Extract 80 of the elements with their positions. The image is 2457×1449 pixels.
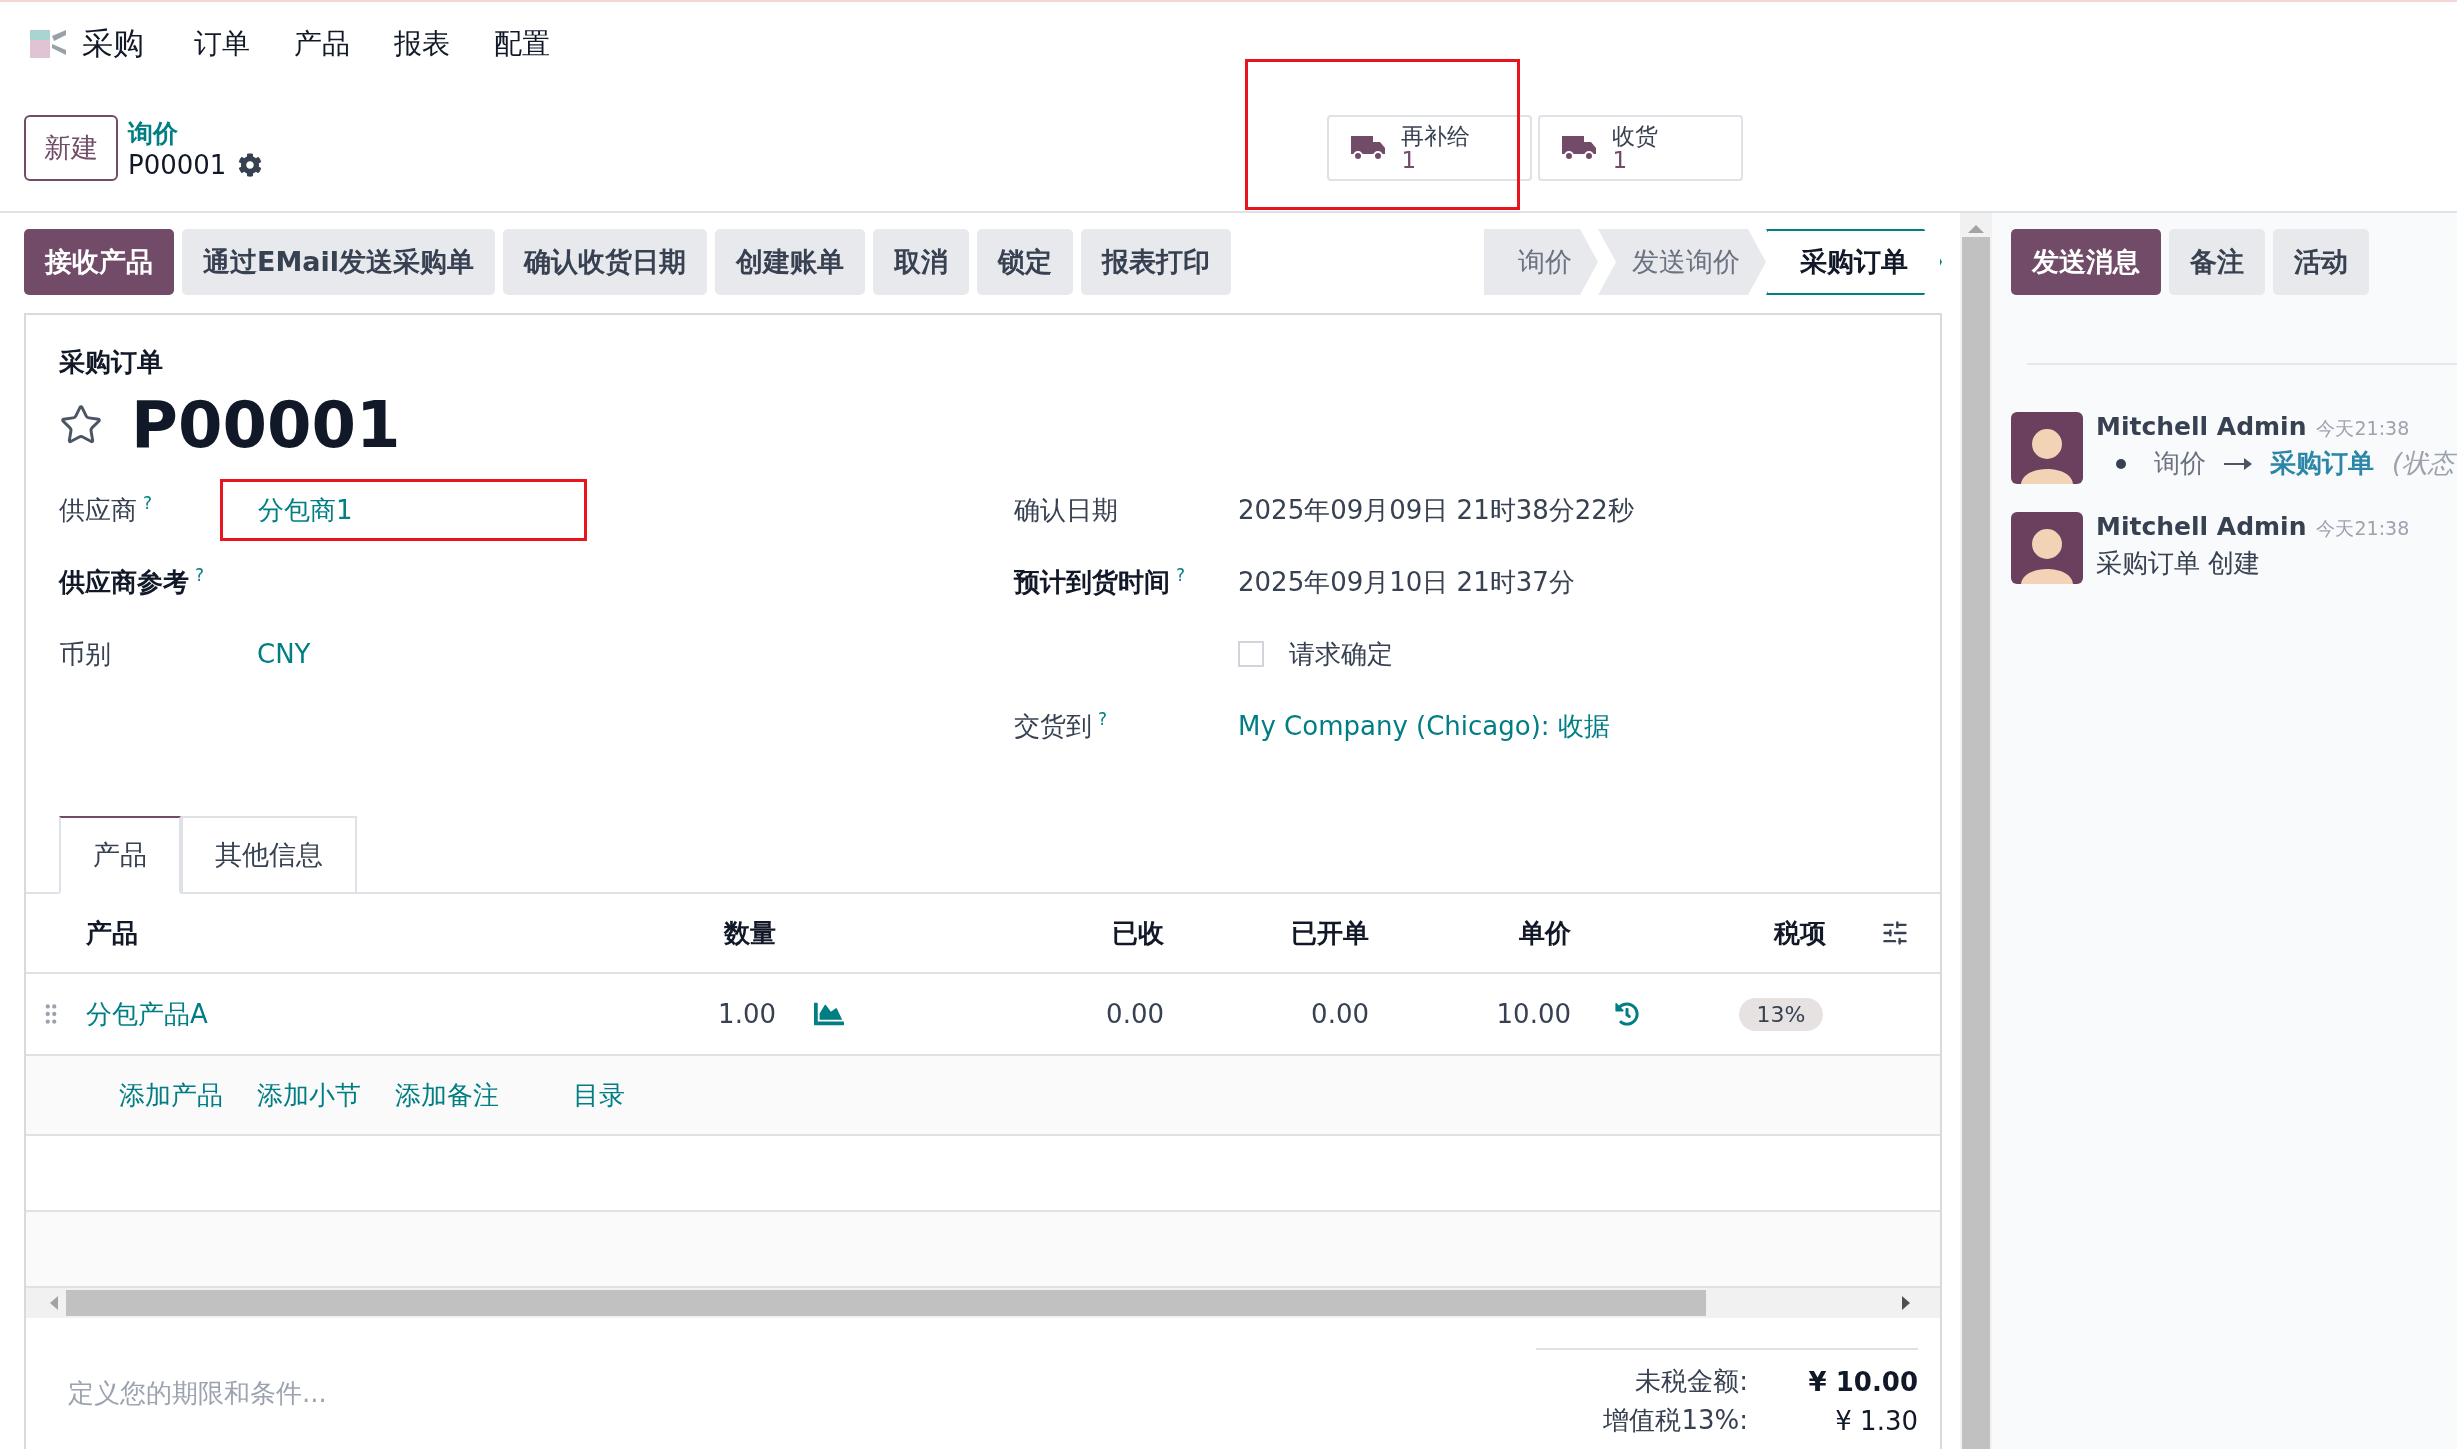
help-mark: ?: [1098, 708, 1108, 729]
tab[interactable]: 产品: [59, 816, 181, 894]
column-header: 产品: [86, 916, 139, 950]
column-settings-icon[interactable]: [1881, 919, 1909, 947]
message-body: 采购订单 创建: [2096, 547, 2261, 580]
action-button[interactable]: 创建账单: [715, 229, 866, 295]
new-value: 采购订单: [2270, 447, 2374, 480]
field-label: 确认日期: [1014, 493, 1119, 527]
column-header: 已开单: [1290, 916, 1369, 950]
help-mark: ?: [1176, 564, 1186, 585]
stat-button[interactable]: 再补给 1: [1327, 115, 1533, 181]
menu-item[interactable]: 配置: [494, 24, 550, 63]
add-line-link[interactable]: 添加产品: [119, 1077, 223, 1113]
arrow-icon: [2224, 456, 2252, 471]
breadcrumb-link[interactable]: 询价: [128, 116, 263, 150]
field-value: 2025年09月10日 21时37分: [1238, 565, 1575, 599]
field-link[interactable]: My Company (Chicago): 收据: [1238, 708, 1610, 744]
bullet-icon: [2116, 458, 2126, 469]
add-line-link[interactable]: 添加小节: [257, 1077, 361, 1113]
table-cell-text: 10.00: [1495, 999, 1571, 1029]
action-button[interactable]: 接收产品: [24, 229, 174, 295]
menu-item[interactable]: 报表: [394, 24, 450, 63]
column-header: 数量: [722, 916, 776, 950]
field-label: 交货到 $^{?}$: [1014, 708, 1109, 743]
action-button[interactable]: 通过EMail发送采购单: [182, 229, 496, 295]
table-cell-text: 0.00: [1310, 999, 1369, 1029]
field-link[interactable]: CNY: [257, 639, 311, 669]
horizontal-scrollbar[interactable]: [26, 1288, 1940, 1318]
message-author: Mitchell Admin: [2096, 512, 2307, 541]
column-header: 已收: [1111, 916, 1164, 950]
field-label: 供应商参考 $^{?}$: [59, 564, 206, 599]
checkbox-label: 请求确定: [1289, 637, 1393, 671]
add-line-link[interactable]: 目录: [573, 1077, 625, 1113]
history-icon[interactable]: [1615, 1002, 1639, 1026]
total-value: ¥ 10.00: [1807, 1366, 1918, 1397]
column-header: 税项: [1772, 916, 1827, 950]
field-link[interactable]: 分包商1: [258, 492, 353, 528]
table-cell-text: 1.00: [717, 999, 776, 1029]
help-mark: ?: [143, 492, 153, 513]
action-button[interactable]: 确认收货日期: [503, 229, 708, 295]
action-button[interactable]: 报表打印: [1081, 229, 1232, 295]
message-time: 今天21:38: [2316, 516, 2410, 541]
field-label: 币别: [59, 637, 112, 671]
tax-tag: 13%: [1738, 997, 1824, 1031]
table-cell-text: 0.00: [1105, 999, 1164, 1029]
chatter-button[interactable]: 备注: [2169, 229, 2265, 295]
field-label: 预计到货时间 $^{?}$: [1014, 564, 1187, 599]
new-button[interactable]: 新建: [24, 115, 118, 181]
message-time: 今天21:38: [2316, 416, 2410, 441]
chatter-button[interactable]: 发送消息: [2011, 229, 2161, 295]
breadcrumb-current: P00001: [128, 149, 227, 180]
checkbox[interactable]: [1238, 641, 1264, 667]
record-type-label: 采购订单: [59, 346, 164, 379]
stat-button[interactable]: 收货 1: [1538, 115, 1744, 181]
status-step[interactable]: 采购订单: [1766, 229, 1942, 295]
vertical-scrollbar[interactable]: [1960, 213, 1992, 1449]
product-link[interactable]: 分包产品A: [86, 996, 641, 1032]
total-label: 未税金额:: [1635, 1365, 1748, 1398]
chatter-button[interactable]: 活动: [2273, 229, 2369, 295]
action-button[interactable]: 取消: [873, 229, 970, 295]
field-label: 供应商 $^{?}$: [59, 492, 154, 527]
field-name: (状态: [2392, 447, 2455, 480]
action-button[interactable]: 锁定: [977, 229, 1074, 295]
app-name[interactable]: 采购: [82, 22, 144, 65]
column-header: 单价: [1518, 916, 1571, 950]
help-mark: ?: [195, 564, 205, 585]
old-value: 询价: [2154, 447, 2206, 480]
status-step[interactable]: 发送询价: [1598, 229, 1766, 295]
add-line-link[interactable]: 添加备注: [395, 1077, 499, 1113]
tab[interactable]: 其他信息: [181, 816, 357, 894]
menu-item[interactable]: 产品: [294, 24, 350, 63]
field-value: 2025年09月09日 21时38分22秒: [1238, 493, 1634, 527]
total-label: 增值税13%:: [1603, 1404, 1748, 1437]
status-step[interactable]: 询价: [1484, 229, 1598, 295]
menu-item[interactable]: 订单: [194, 24, 250, 63]
settings-icon[interactable]: [238, 152, 263, 177]
record-title: P00001: [131, 388, 401, 462]
total-value: ¥ 1.30: [1834, 1405, 1918, 1436]
message-author: Mitchell Admin: [2096, 412, 2307, 441]
scroll-right-arrow-icon[interactable]: [1900, 1296, 1912, 1310]
